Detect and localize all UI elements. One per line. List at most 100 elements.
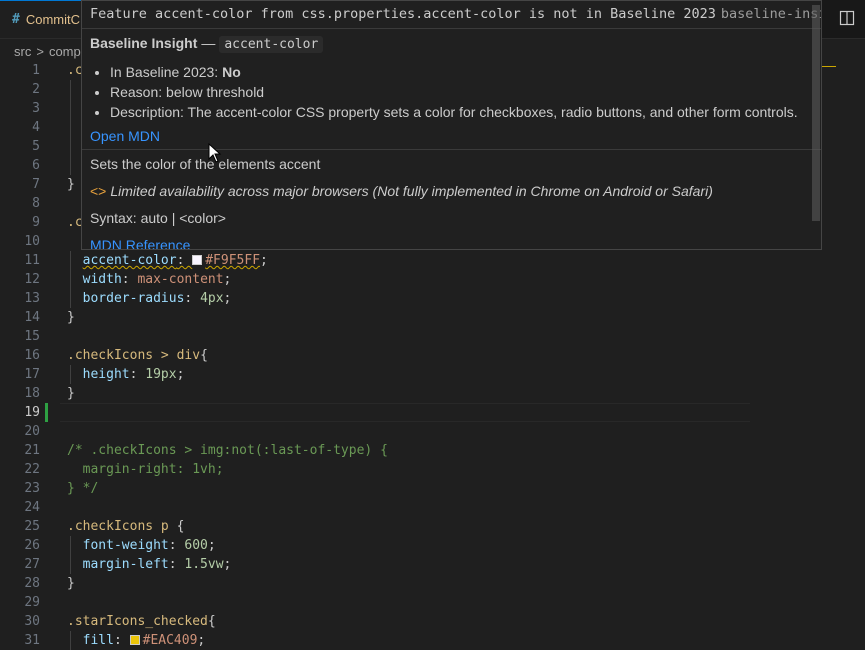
line-number: 17 [24,367,40,382]
code-token: .checkIcons > div [67,348,201,363]
code-line[interactable]: 30 .starIcons_checked{ [0,612,865,631]
indent-guide [70,80,71,175]
code-line[interactable]: 20 [0,422,865,441]
code-content: .checkIcons p { [67,517,184,536]
availability-row: <> Limited availability across major brow… [90,183,713,199]
code-line[interactable]: 28} [0,574,865,593]
code-token: : [121,272,138,287]
code-line[interactable]: 16 .checkIcons > div{ [0,346,865,365]
mdn-reference-link[interactable]: MDN Reference [90,237,190,249]
code-token: ; [223,291,232,306]
code-token: : [168,557,185,572]
line-number: 10 [24,234,40,249]
code-token: width [82,272,122,287]
code-line[interactable]: 13 border-radius: 4px; [0,289,865,308]
code-line[interactable]: 22 margin-right: 1vh; [0,460,865,479]
line-number: 15 [24,329,40,344]
code-line[interactable]: 29 [0,593,865,612]
code-line[interactable]: 14} [0,308,865,327]
code-line[interactable]: 18} [0,384,865,403]
indent-guide [70,365,71,384]
code-content: fill: #EAC409; [67,631,206,650]
line-number: 28 [24,576,40,591]
syntax-text: Syntax: auto | <color> [90,210,226,226]
code-content: .starIcons_checked{ [67,612,216,631]
code-token: } [67,310,75,325]
code-line[interactable]: 25 .checkIcons p { [0,517,865,536]
reason-text: Reason: below threshold [110,84,265,100]
code-token: 600 [184,538,208,553]
code-token: ; [260,253,268,268]
code-token: ; [223,272,232,287]
breadcrumb: src > compo [14,42,88,60]
indent-guide [70,536,71,574]
line-number: 21 [24,443,40,458]
list-item: Reason: below threshold [110,82,798,102]
code-token: accent-color [82,253,177,268]
code-line[interactable]: 11 accent-color: #F9F5FF; [0,251,865,270]
code-content: } [67,175,75,194]
code-token: ; [223,557,232,572]
code-token: { [207,614,216,629]
description-text: Description: The accent-color CSS proper… [110,104,798,120]
indent-guide [70,631,71,650]
code-token: ; [207,538,216,553]
divider [82,149,821,150]
line-number: 29 [24,595,40,610]
split-editor-icon[interactable] [839,10,855,26]
diagnostic-message: Feature accent-color from css.properties… [90,6,821,22]
line-number: 31 [24,633,40,648]
hover-scrollbar[interactable] [812,5,820,221]
title-dash: — [201,35,216,51]
code-content: } */ [67,479,98,498]
line-number: 5 [32,139,40,154]
code-line[interactable]: 15 [0,327,865,346]
color-swatch[interactable] [192,255,203,265]
color-swatch[interactable] [129,635,140,645]
code-token: 19px [145,367,177,382]
code-line[interactable]: 27 margin-left: 1.5vw; [0,555,865,574]
hover-tooltip: Feature accent-color from css.properties… [81,0,822,250]
line-number: 9 [32,215,40,230]
code-line[interactable]: 19 [0,403,865,422]
code-content: font-weight: 600; [67,536,216,555]
line-number: 8 [32,196,40,211]
code-token: height [82,367,130,382]
line-number: 4 [32,120,40,135]
code-line[interactable]: 24 [0,498,865,517]
line-number: 3 [32,101,40,116]
code-line[interactable]: 17 height: 19px; [0,365,865,384]
breadcrumb-src[interactable]: src [14,44,31,59]
availability-text: Limited availability across major browse… [110,183,713,199]
code-line[interactable]: 12 width: max-content; [0,270,865,289]
code-line[interactable]: 23} */ [0,479,865,498]
line-number: 7 [32,177,40,192]
code-token: } */ [67,481,99,496]
line-number: 27 [24,557,40,572]
diagnostic-source: baseline-insight [720,6,821,22]
code-token: : [113,633,130,648]
tab-title: CommitC [25,12,80,27]
code-line[interactable]: 21 /* .checkIcons > img:not(:last-of-type… [0,441,865,460]
code-line[interactable]: 26 font-weight: 600; [0,536,865,555]
code-content: margin-right: 1vh; [67,460,224,479]
code-content: height: 19px; [67,365,185,384]
tab-commit-css[interactable]: # CommitC [0,0,92,38]
code-token: 4px [200,291,224,306]
line-number: 16 [24,348,40,363]
line-number: 25 [24,519,40,534]
line-number: 26 [24,538,40,553]
open-mdn-link[interactable]: Open MDN [90,128,160,144]
code-token: : [129,367,146,382]
limited-availability-icon: <> [90,183,107,199]
line-number: 1 [32,63,40,78]
code-line[interactable]: 31 fill: #EAC409; [0,631,865,650]
code-content: } [67,574,75,593]
line-number: 6 [32,158,40,173]
mouse-cursor-icon [208,143,222,163]
code-token: fill [82,633,114,648]
list-item: In Baseline 2023: No [110,62,798,82]
diagnostic-text: Feature accent-color from css.properties… [90,6,716,22]
code-token: } [67,576,75,591]
overview-ruler-warning [822,66,836,67]
